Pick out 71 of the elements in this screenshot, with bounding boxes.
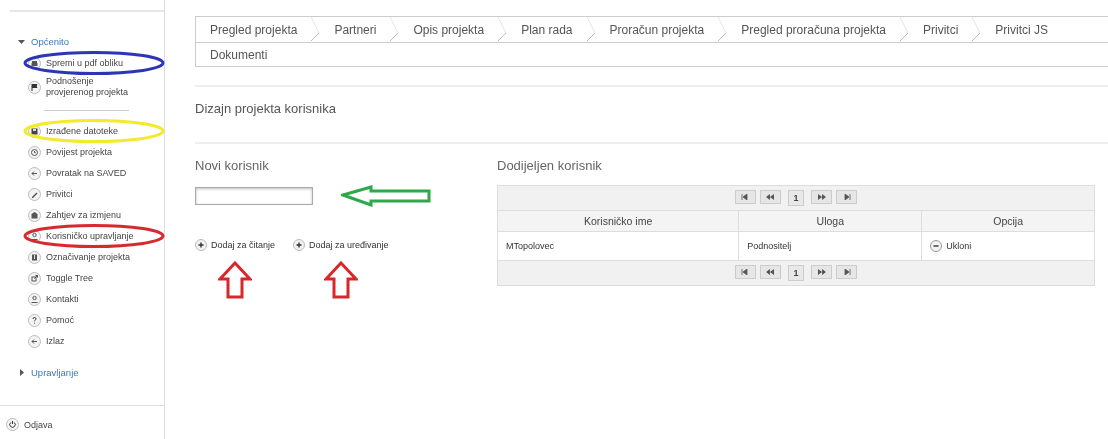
bookmark-icon <box>28 250 41 264</box>
tab-separator-icon <box>586 17 596 42</box>
sidebar-item[interactable]: Podnošenje provjerenog projekta <box>46 76 142 98</box>
previous-page-icon <box>766 194 775 200</box>
table-cell: Podnositelj <box>747 241 792 251</box>
plus-icon <box>195 239 207 251</box>
panel-title: Novi korisnik <box>195 158 270 173</box>
section-heading: Dizajn projekta korisnika <box>195 101 337 116</box>
tab[interactable]: Privitci JS <box>981 17 1062 42</box>
sidebar-item[interactable]: Privitci <box>46 188 142 200</box>
table-cell: MTopolovec <box>506 241 555 251</box>
minus-icon <box>930 240 943 252</box>
tab[interactable]: Privitci <box>909 17 973 42</box>
section-label[interactable]: Općenito <box>31 36 70 47</box>
sidebar-item[interactable]: Pomoć <box>46 314 142 326</box>
next-page-button[interactable] <box>811 190 832 204</box>
clock-icon <box>28 145 41 159</box>
sidebar-item[interactable]: Kontakti <box>46 293 142 305</box>
remove-button[interactable]: Ukloni <box>930 240 972 252</box>
last-page-button[interactable] <box>836 265 857 279</box>
pencil-icon <box>28 187 41 201</box>
first-page-button[interactable] <box>735 190 756 204</box>
next-page-button[interactable] <box>811 265 832 279</box>
power-icon <box>6 418 19 431</box>
sidebar-item[interactable]: Povijest projekta <box>46 146 142 158</box>
plus-icon <box>293 239 306 251</box>
tab-separator-icon <box>900 17 909 42</box>
add-button[interactable]: Dodaj za čitanje <box>195 239 276 251</box>
last-page-icon <box>842 194 851 200</box>
input-field[interactable] <box>195 187 313 205</box>
tab[interactable]: Pregled projekta <box>196 17 312 42</box>
page-number[interactable]: 1 <box>788 265 804 281</box>
next-page-icon <box>817 194 826 200</box>
add-button[interactable]: Dodaj za uređivanje <box>293 239 389 251</box>
column-header: Korisničko ime <box>497 210 739 232</box>
tab-separator-icon <box>718 17 728 42</box>
sidebar-item[interactable]: Povratak na SAVED <box>46 167 142 179</box>
previous-page-icon <box>766 269 775 275</box>
sidebar-item[interactable]: Označivanje projekta <box>46 251 142 263</box>
sidebar-item[interactable]: Izlaz <box>46 335 142 347</box>
previous-page-button[interactable] <box>760 190 781 204</box>
flag-icon <box>28 80 41 94</box>
sidebar-item[interactable]: Zahtjev za izmjenu <box>46 209 142 221</box>
last-page-icon <box>842 269 851 275</box>
last-page-button[interactable] <box>836 190 857 204</box>
tab-separator-icon <box>972 17 982 42</box>
tab[interactable]: Pregled proračuna projekta <box>727 17 900 42</box>
page-number[interactable]: 1 <box>788 190 804 206</box>
first-page-icon <box>741 194 750 200</box>
first-page-button[interactable] <box>735 265 756 279</box>
tab[interactable]: Opis projekta <box>399 17 499 42</box>
first-page-icon <box>741 269 750 275</box>
back-icon <box>28 334 41 348</box>
next-page-icon <box>817 269 826 275</box>
previous-page-button[interactable] <box>760 265 781 279</box>
sidebar-item[interactable]: Toggle Tree <box>46 272 142 284</box>
building-icon <box>28 208 41 222</box>
tab[interactable]: Partneri <box>320 17 391 42</box>
tab[interactable]: Proračun projekta <box>595 17 719 42</box>
user-icon <box>28 292 41 306</box>
tab-separator-icon <box>311 17 321 42</box>
tab[interactable]: Plan rada <box>507 17 587 42</box>
tab-separator-icon <box>498 17 508 42</box>
external-link-icon <box>28 271 41 285</box>
panel-title: Dodijeljen korisnik <box>497 158 603 173</box>
back-icon <box>28 166 41 180</box>
tab[interactable]: Dokumenti <box>196 43 282 66</box>
tab-separator-icon <box>390 17 400 42</box>
question-icon <box>28 313 41 327</box>
logout-link[interactable]: Odjava <box>24 419 53 430</box>
section-label[interactable]: Upravljanje <box>31 367 79 378</box>
